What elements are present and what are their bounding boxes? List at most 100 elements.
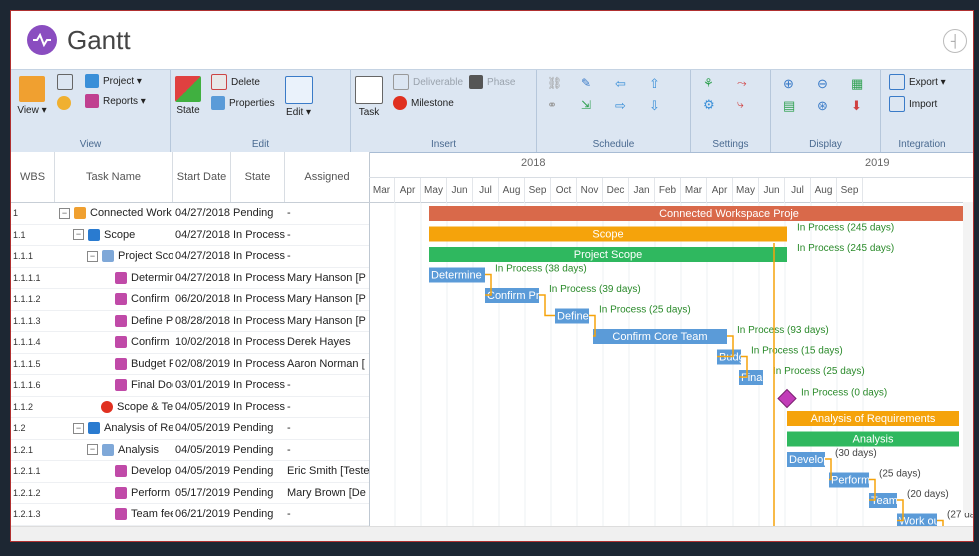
table-row[interactable]: 1.2 − Analysis of Re 04/05/2019 Pending - (11, 418, 369, 440)
milestone-button[interactable]: Milestone (393, 96, 515, 110)
state-button[interactable]: State (175, 74, 201, 118)
table-row[interactable]: 1.1.2 Scope & Te 04/05/2019 In Process - (11, 397, 369, 418)
assigned-cell: Derek Hayes (287, 336, 351, 349)
task-name: Budget R (131, 357, 173, 370)
bar-label: Analysis of Requirements (811, 413, 936, 425)
task-name-cell[interactable]: Define Pr (55, 314, 173, 327)
task-name-cell[interactable]: Perform I (55, 486, 173, 499)
critical-path-icon[interactable]: ⚘ (703, 76, 729, 91)
properties-button[interactable]: Properties (211, 96, 275, 110)
deliverable-button[interactable]: Deliverable (393, 74, 463, 90)
arrow-right-icon[interactable]: ⇨ (615, 98, 641, 114)
collapse-icon[interactable]: − (87, 250, 98, 262)
milestone-diamond[interactable] (777, 388, 797, 409)
task-name-cell[interactable]: − Connected Work (55, 207, 173, 220)
month-label: Apr (707, 178, 733, 203)
pulse-logo-icon (27, 25, 57, 55)
table-row[interactable]: 1.2.1.2 Perform I 05/17/2019 Pending Mary Br… (11, 483, 369, 504)
arrow-left-icon[interactable]: ⇦ (615, 76, 641, 92)
table-row[interactable]: 1.1.1.1 Determin 04/27/2018 In Process Mary … (11, 268, 369, 289)
table-row[interactable]: 1.2.1.1 Develop I 04/05/2019 Pending Eric Sm… (11, 461, 369, 483)
table-row[interactable]: 1.1 − Scope 04/27/2018 In Process - (11, 225, 369, 246)
task-name-cell[interactable]: Budget R (55, 357, 173, 370)
month-label: Aug (499, 178, 525, 203)
import-button[interactable]: Import (889, 96, 959, 112)
zoom-out-icon[interactable]: ⊖ (817, 76, 843, 92)
task-name-cell[interactable]: Team fee (55, 508, 173, 521)
task-name-cell[interactable]: Confirm C (55, 336, 173, 349)
start-date-cell: 05/17/2019 (175, 486, 231, 499)
grid-view-icon[interactable]: ▦ (851, 76, 877, 92)
vertical-scrollbar[interactable] (963, 202, 973, 513)
view-button[interactable]: View ▾ (15, 74, 49, 116)
bar-label: Scope (592, 229, 623, 241)
delete-button[interactable]: Delete (211, 74, 275, 90)
table-row[interactable]: 1.1.1.5 Budget R 02/08/2019 In Process Aaron… (11, 354, 369, 375)
col-header-wbs[interactable]: WBS (11, 152, 55, 202)
project-menu[interactable]: Project ▾ (85, 74, 146, 88)
table-row[interactable]: 1.1.1 − Project Scop04/27/2018In Process- (11, 246, 369, 268)
table-row[interactable]: 1.2.1.3 Team fee 06/21/2019 Pending - (11, 504, 369, 526)
pin-icon[interactable]: ✎ (581, 76, 607, 92)
task-name-cell[interactable]: − Analysis (55, 443, 173, 456)
gantt-bars-canvas: Connected Workspace Proje Scope In Process… (394, 203, 973, 527)
task-name-cell[interactable]: Confirm F (55, 293, 173, 306)
arrow-up-icon[interactable]: ⇧ (649, 76, 675, 92)
col-header-assigned[interactable]: Assigned (285, 152, 369, 202)
baseline-icon[interactable]: ⤷ (737, 97, 763, 113)
task-name-cell[interactable]: − Project Scop (55, 250, 173, 263)
trend-icon[interactable]: ⤳ (737, 76, 763, 91)
refresh-button[interactable] (57, 96, 77, 110)
col-header-start-date[interactable]: Start Date (173, 152, 231, 202)
task-name-cell[interactable]: Final Doc (55, 379, 173, 392)
state-icon (175, 76, 201, 102)
task-name: Confirm C (131, 336, 173, 349)
zoom-fit-icon[interactable]: ⊛ (817, 98, 843, 114)
unlink-icon[interactable]: ⚭ (547, 98, 573, 114)
state-cell: In Process (233, 314, 285, 327)
date-range-icon[interactable]: ▤ (783, 98, 809, 114)
table-row[interactable]: 1.1.1.4 Confirm C10/02/2018In ProcessDere… (11, 332, 369, 354)
task-name-cell[interactable]: Determin (55, 271, 173, 284)
start-date-cell: 03/01/2019 (175, 379, 231, 392)
view-label: View (17, 105, 39, 116)
delete-icon (211, 74, 227, 90)
ribbon-group-view: View ▾ Project ▾ Reports ▾ View (11, 70, 171, 152)
marker-icon[interactable]: ⬇ (851, 98, 877, 114)
zoom-in-icon[interactable]: ⊕ (783, 76, 809, 92)
task-name-cell[interactable]: − Scope (55, 228, 173, 241)
assigned-cell: - (287, 379, 291, 392)
collapse-icon[interactable]: − (73, 422, 84, 434)
table-row[interactable]: 1 − Connected Work 04/27/2018 Pending - (11, 203, 369, 225)
start-date-cell: 02/08/2019 (175, 357, 231, 370)
phase-button[interactable]: Phase (469, 74, 515, 90)
arrow-down-icon[interactable]: ⇩ (649, 98, 675, 114)
task-button[interactable]: Task (355, 74, 383, 118)
collapse-icon[interactable]: − (59, 207, 70, 219)
move-icon[interactable]: ⇲ (581, 98, 607, 114)
table-row[interactable]: 1.1.1.2 Confirm F06/20/2018In ProcessMary… (11, 289, 369, 311)
col-header-state[interactable]: State (231, 152, 285, 202)
col-header-task-name[interactable]: Task Name (55, 152, 173, 202)
task-name-cell[interactable]: Scope & Te (55, 400, 173, 413)
settings-gear-icon[interactable]: ⚙ (703, 97, 729, 113)
state-cell: In Process (233, 336, 285, 349)
table-body: 1− Connected Work 04/27/2018 Pending -1.1− Sc… (11, 203, 369, 527)
collapse-icon[interactable]: − (87, 444, 98, 456)
table-row[interactable]: 1.2.1 − Analysis 04/05/2019 Pending - (11, 440, 369, 461)
reports-menu[interactable]: Reports ▾ (85, 94, 146, 108)
table-row[interactable]: 1.1.1.3 Define Pr 08/28/2018 In Process Mary… (11, 311, 369, 332)
year-label-2019: 2019 (865, 157, 890, 169)
expand-icon[interactable]: ┤ (943, 29, 967, 53)
horizontal-scrollbar[interactable] (11, 526, 973, 541)
task-name-cell[interactable]: − Analysis of Re (55, 422, 173, 435)
month-label: May (421, 178, 447, 203)
phase-icon (469, 75, 484, 89)
export-menu[interactable]: Export ▾ (889, 74, 959, 90)
task-name-cell[interactable]: Develop I (55, 465, 173, 478)
link-icon[interactable]: ⛓ (547, 76, 573, 92)
edit-button[interactable]: Edit ▾ (284, 74, 313, 118)
collapse-icon[interactable]: − (73, 229, 84, 241)
table-row[interactable]: 1.1.1.6 Final Doc 03/01/2019 In Process - (11, 375, 369, 397)
fit-button[interactable] (57, 74, 77, 90)
